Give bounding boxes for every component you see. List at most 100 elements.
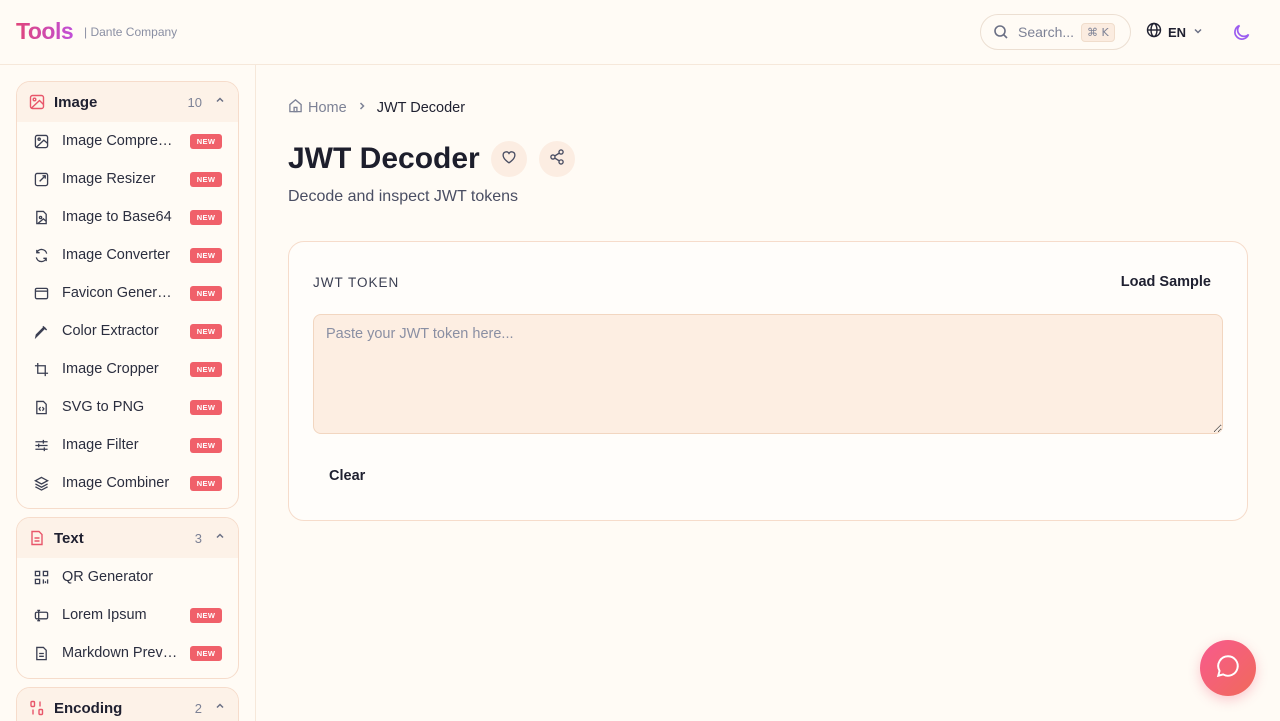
sliders-icon — [34, 438, 49, 453]
new-badge: NEW — [190, 645, 222, 661]
sidebar-item-color-extractor[interactable]: Color Extractor NEW — [17, 312, 238, 350]
breadcrumb-home-link[interactable]: Home — [308, 100, 347, 116]
sidebar-item-image-converter[interactable]: Image Converter NEW — [17, 236, 238, 274]
chevron-down-icon — [1192, 24, 1204, 42]
search-shortcut: ⌘ K — [1081, 22, 1115, 42]
new-badge: NEW — [190, 285, 222, 301]
heart-icon — [500, 148, 518, 171]
sidebar-group-header-encoding[interactable]: Encoding 2 — [17, 688, 238, 721]
sidebar-item-label: QR Generator — [62, 569, 154, 585]
new-badge: NEW — [190, 475, 222, 491]
sidebar-item-lorem-ipsum[interactable]: Lorem Ipsum NEW — [17, 596, 238, 634]
sidebar-item-image-to-base64[interactable]: Image to Base64 NEW — [17, 198, 238, 236]
new-badge: NEW — [190, 209, 222, 225]
jwt-token-label: JWT TOKEN — [313, 275, 400, 290]
sidebar-item-label: Image Resizer — [62, 171, 156, 187]
file-icon — [34, 646, 49, 661]
sidebar-item-markdown-preview[interactable]: Markdown Preview NEW — [17, 634, 238, 672]
jwt-token-card: JWT TOKEN Load Sample Clear — [288, 241, 1248, 521]
sidebar-item-favicon-generator[interactable]: Favicon Generator NEW — [17, 274, 238, 312]
top-header: Tools | Dante Company Search... ⌘ K EN — [0, 0, 1280, 65]
image-icon — [29, 94, 45, 110]
sidebar-item-label: Image Combiner — [62, 475, 170, 491]
sidebar: Image 10 Image Compressor NEW Image Resi… — [0, 65, 256, 721]
chevron-up-icon — [214, 529, 226, 547]
sidebar-item-label: Image Converter — [62, 247, 170, 263]
file-text-icon — [29, 530, 45, 546]
search-placeholder: Search... — [1018, 24, 1075, 40]
sidebar-item-label: SVG to PNG — [62, 399, 145, 415]
crop-icon — [34, 362, 49, 377]
binary-icon — [29, 700, 45, 716]
sidebar-group-count: 2 — [194, 700, 202, 716]
page-subtitle: Decode and inspect JWT tokens — [288, 188, 519, 205]
resize-icon — [34, 172, 49, 187]
sidebar-item-label: Color Extractor — [62, 323, 159, 339]
sidebar-item-label: Markdown Preview — [62, 645, 178, 661]
new-badge: NEW — [190, 133, 222, 149]
new-badge: NEW — [190, 247, 222, 263]
page-title: JWT Decoder — [288, 142, 480, 175]
sidebar-group-count: 10 — [187, 94, 202, 110]
pipette-icon — [34, 324, 49, 339]
new-badge: NEW — [190, 437, 222, 453]
search-box[interactable]: Search... ⌘ K — [980, 14, 1131, 50]
new-badge: NEW — [190, 399, 222, 415]
sidebar-item-label: Image Compressor — [62, 133, 178, 149]
sidebar-item-label: Lorem Ipsum — [62, 607, 147, 623]
clear-button[interactable]: Clear — [329, 468, 365, 484]
sidebar-group-title: Encoding — [54, 699, 123, 717]
share-icon — [548, 148, 566, 171]
company-name: | Dante Company — [84, 25, 178, 39]
sidebar-group-header-text[interactable]: Text 3 — [17, 518, 238, 558]
jwt-token-input[interactable] — [313, 314, 1223, 434]
theme-toggle-button[interactable] — [1232, 22, 1252, 47]
text-cursor-icon — [34, 608, 49, 623]
chevron-up-icon — [214, 93, 226, 111]
globe-icon — [1146, 22, 1162, 43]
browser-window-icon — [34, 286, 49, 301]
sidebar-group-title: Text — [54, 529, 84, 547]
search-icon — [993, 24, 1009, 40]
sidebar-item-label: Image Cropper — [62, 361, 159, 377]
layers-icon — [34, 476, 49, 491]
logo[interactable]: Tools — [16, 18, 74, 45]
sidebar-group-header-image[interactable]: Image 10 — [17, 82, 238, 122]
moon-icon — [1232, 24, 1252, 46]
new-badge: NEW — [190, 607, 222, 623]
sidebar-item-image-filter[interactable]: Image Filter NEW — [17, 426, 238, 464]
refresh-icon — [34, 248, 49, 263]
sidebar-item-label: Image Filter — [62, 437, 139, 453]
chat-bubble-icon — [1215, 653, 1241, 684]
chevron-right-icon — [356, 100, 368, 116]
breadcrumb: Home JWT Decoder — [288, 98, 465, 117]
sidebar-group-image: Image 10 Image Compressor NEW Image Resi… — [16, 81, 239, 509]
chat-button[interactable] — [1200, 640, 1256, 696]
new-badge: NEW — [190, 323, 222, 339]
new-badge: NEW — [190, 171, 222, 187]
chevron-up-icon — [214, 699, 226, 717]
home-icon — [288, 98, 303, 117]
file-image-icon — [34, 210, 49, 225]
breadcrumb-current: JWT Decoder — [376, 99, 466, 116]
sidebar-item-svg-to-png[interactable]: SVG to PNG NEW — [17, 388, 238, 426]
sidebar-group-encoding: Encoding 2 — [16, 687, 239, 721]
favorite-button[interactable] — [491, 141, 527, 177]
sidebar-item-image-cropper[interactable]: Image Cropper NEW — [17, 350, 238, 388]
language-label: EN — [1168, 25, 1187, 40]
load-sample-button[interactable]: Load Sample — [1121, 274, 1211, 290]
sidebar-item-image-combiner[interactable]: Image Combiner NEW — [17, 464, 238, 502]
sidebar-group-text: Text 3 QR Generator Lorem Ipsum NEW Mark… — [16, 517, 239, 679]
file-code-icon — [34, 400, 49, 415]
sidebar-item-qr-generator[interactable]: QR Generator — [17, 558, 238, 596]
sidebar-group-count: 3 — [194, 530, 202, 546]
sidebar-group-title: Image — [54, 93, 98, 111]
language-selector[interactable]: EN — [1146, 22, 1204, 43]
share-button[interactable] — [539, 141, 575, 177]
qr-code-icon — [34, 570, 49, 585]
sidebar-item-label: Favicon Generator — [62, 285, 178, 301]
sidebar-item-image-compressor[interactable]: Image Compressor NEW — [17, 122, 238, 160]
sidebar-item-image-resizer[interactable]: Image Resizer NEW — [17, 160, 238, 198]
sidebar-item-label: Image to Base64 — [62, 209, 172, 225]
image-compress-icon — [34, 134, 49, 149]
